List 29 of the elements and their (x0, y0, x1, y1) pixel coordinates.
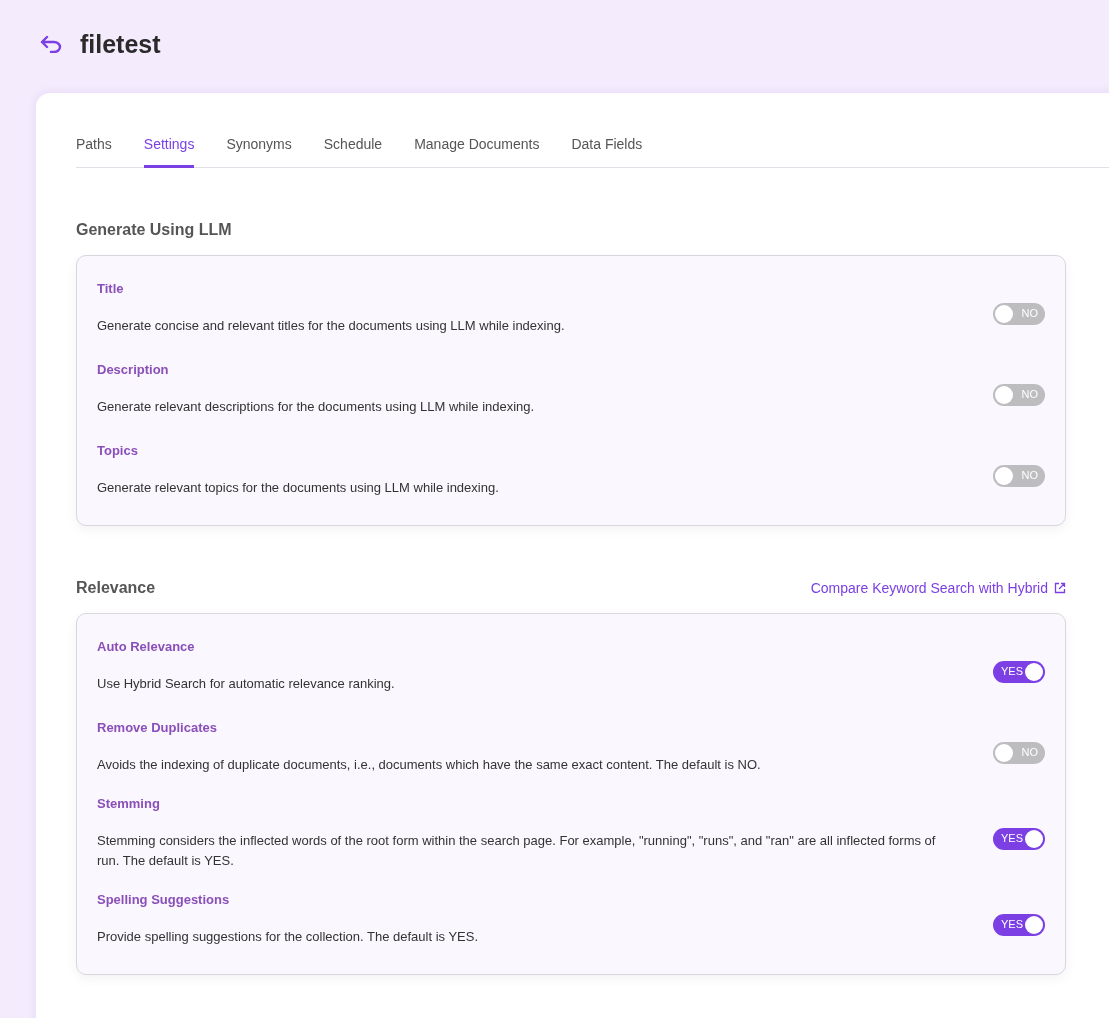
section-heading: Generate Using LLM (76, 221, 232, 239)
setting-title: Auto Relevance (97, 639, 196, 654)
setting-title: Description (97, 362, 170, 377)
setting-description: Generate relevant topics for the documents using LLM while indexing. (97, 479, 500, 497)
section-heading: Relevance (76, 579, 156, 597)
compare-link[interactable]: Compare Keyword Search with Hybrid (810, 580, 1066, 596)
page-title: filetest (80, 29, 161, 59)
tab[interactable]: Schedule (323, 136, 383, 168)
setting-title: Spelling Suggestions (97, 892, 231, 907)
setting-description: Generate relevant descriptions for the documents using LLM while indexing. (97, 398, 536, 416)
setting-description: Provide spelling suggestions for the collection. The default is YES. (97, 928, 480, 946)
setting-description: Generate concise and relevant titles for the documents using LLM while indexing. (97, 317, 566, 335)
tab[interactable]: Synonyms (226, 136, 292, 168)
external-link-icon (1054, 582, 1066, 594)
toggle-switch[interactable]: YES (993, 914, 1045, 936)
tab[interactable]: Paths (76, 136, 112, 168)
setting-title: Remove Duplicates (97, 720, 218, 735)
back-icon[interactable] (40, 35, 62, 53)
setting-title: Stemming (97, 796, 161, 811)
setting-title: Topics (97, 443, 139, 458)
tab[interactable]: Data Fields (571, 136, 643, 168)
setting-description: Use Hybrid Search for automatic relevance ranking. (97, 675, 396, 693)
toggle-switch[interactable]: YES (993, 661, 1045, 683)
tab[interactable]: Settings (143, 136, 195, 168)
toggle-switch[interactable]: YES (993, 828, 1045, 850)
setting-title: Title (97, 281, 125, 296)
tab[interactable]: Manage Documents (414, 136, 540, 168)
setting-description: Stemming considers the inflected words of the root form within the search page. For example, "running", "runs", and "ran" are all inflected forms of run. The default is YES. (97, 832, 937, 870)
setting-description: Avoids the indexing of duplicate documents, i.e., documents which have the same exact content. The default is NO. (97, 756, 762, 774)
